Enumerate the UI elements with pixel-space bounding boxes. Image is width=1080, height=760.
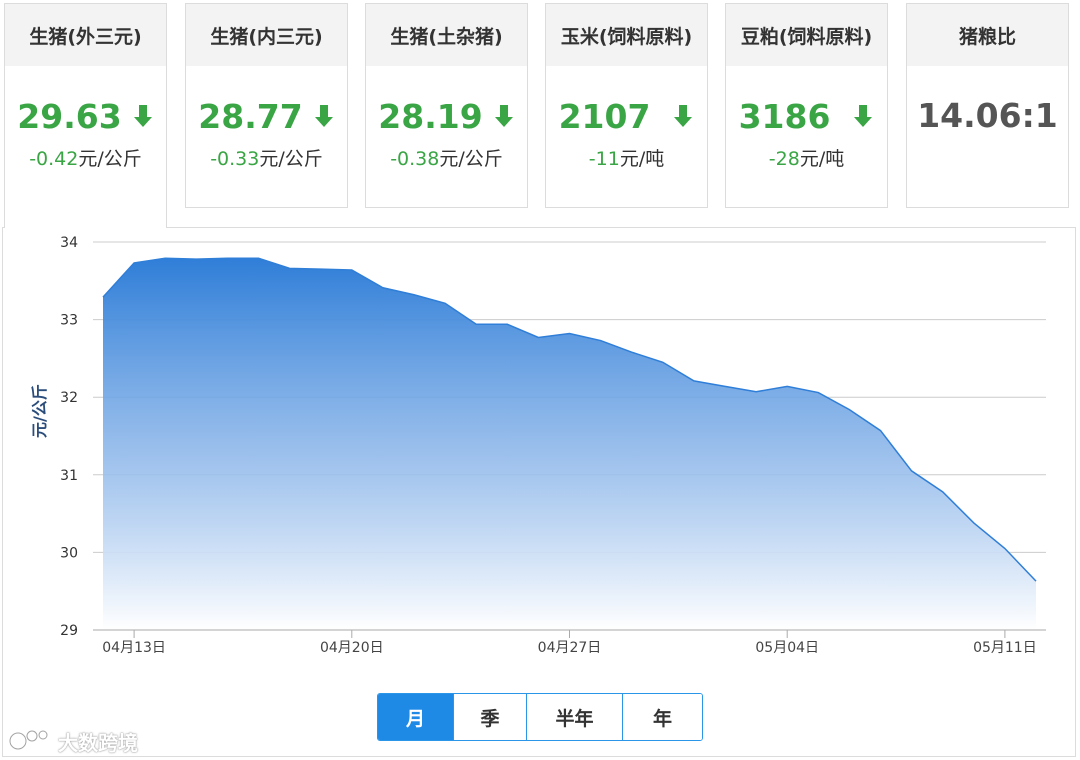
data-point (879, 429, 883, 433)
x-tick-label: 05月11日 (973, 640, 1037, 656)
x-tick-label: 04月20日 (320, 640, 384, 656)
data-point (1034, 579, 1038, 583)
period-year-button[interactable]: 年 (622, 694, 702, 740)
data-point (474, 322, 478, 326)
y-tick-label: 30 (60, 545, 78, 561)
data-point (599, 339, 603, 343)
data-point (941, 490, 945, 494)
data-point (847, 408, 851, 412)
period-halfyear-button[interactable]: 半年 (526, 694, 622, 740)
data-point (381, 286, 385, 290)
data-point (1003, 547, 1007, 551)
period-quarter-button[interactable]: 季 (453, 694, 526, 740)
data-point (536, 335, 540, 339)
data-point (101, 295, 105, 299)
x-tick-label: 04月13日 (102, 640, 166, 656)
data-point (816, 391, 820, 395)
data-point (723, 384, 727, 388)
card-title: 生猪(外三元) (5, 4, 166, 66)
card-pig-outer[interactable]: 生猪(外三元) 29.63 -0.42元/公斤 (4, 3, 167, 228)
data-point (568, 332, 572, 336)
data-point (412, 293, 416, 297)
data-point (785, 384, 789, 388)
data-point (257, 256, 261, 260)
period-selector: 月 季 半年 年 (377, 693, 703, 741)
y-tick-label: 31 (60, 468, 78, 484)
x-tick-label: 04月27日 (538, 640, 602, 656)
y-axis-label: 元/公斤 (30, 384, 49, 438)
price-change: -0.42元/公斤 (5, 144, 166, 171)
data-point (194, 257, 198, 261)
data-point (692, 379, 696, 383)
change-unit: 元/公斤 (78, 148, 142, 170)
y-tick-label: 32 (60, 390, 78, 406)
arrow-down-icon (133, 105, 152, 127)
x-tick-label: 05月04日 (755, 640, 819, 656)
y-tick-label: 29 (60, 623, 78, 639)
data-point (661, 360, 665, 364)
data-point (754, 390, 758, 394)
price-value-row: 29.63 (5, 96, 166, 136)
data-point (319, 267, 323, 271)
data-point (225, 256, 229, 260)
data-point (350, 268, 354, 272)
price-area (103, 258, 1036, 630)
data-point (132, 261, 136, 265)
watermark-text: 大数跨境 (58, 730, 138, 755)
change-amount: -0.42 (29, 148, 79, 170)
watermark: 大数跨境 (8, 726, 138, 756)
period-month-button[interactable]: 月 (378, 694, 453, 740)
y-tick-label: 34 (60, 235, 78, 251)
data-point (630, 350, 634, 354)
data-point (972, 521, 976, 525)
price-value: 29.63 (17, 96, 122, 136)
data-point (910, 469, 914, 473)
data-point (288, 266, 292, 270)
data-point (163, 256, 167, 260)
logo-icon (8, 729, 49, 751)
data-point (443, 301, 447, 305)
y-tick-label: 33 (60, 313, 78, 329)
data-point (505, 322, 509, 326)
